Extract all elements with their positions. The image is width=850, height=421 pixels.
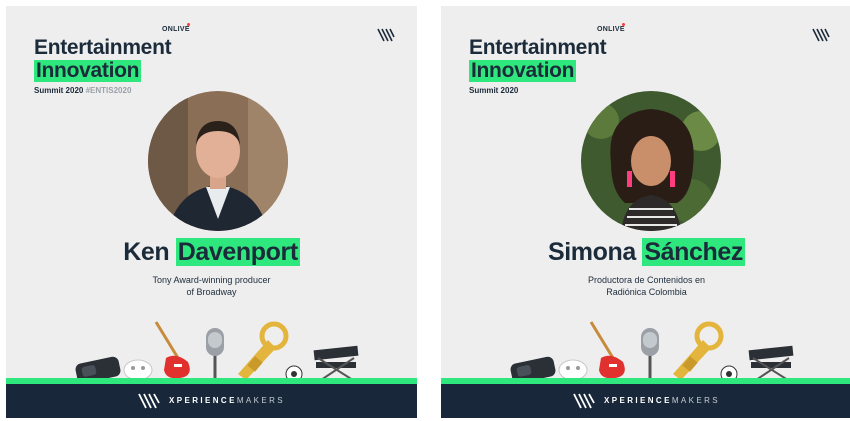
theater-mask-icon — [558, 359, 588, 381]
live-dot-icon — [187, 23, 190, 26]
footer-bar: XPERIENCEMAKERS — [441, 384, 850, 418]
xm-logo-icon — [573, 393, 595, 409]
speaker-role-line1: Productora de Contenidos en — [587, 275, 706, 285]
live-dot-icon — [622, 23, 625, 26]
trumpet-icon — [673, 321, 724, 380]
speaker-role-line1: Tony Award-winning producer — [152, 275, 271, 285]
speaker-card-simona-sanchez[interactable]: ONLIVE Entertainment Innovation Summit 2… — [441, 6, 850, 418]
xm-logo-icon — [138, 393, 160, 409]
hashtag-label: #ENTIS2020 — [85, 86, 132, 95]
microphone-icon — [206, 328, 224, 382]
entertainment-props-illustration — [75, 321, 359, 384]
summit-label: Summit 2020 — [469, 86, 519, 95]
speaker-name: Simona Sánchez — [441, 238, 850, 267]
electric-guitar-icon — [589, 321, 625, 379]
speaker-photo — [148, 91, 288, 231]
theater-mask-icon — [123, 359, 153, 381]
xm-logo-icon — [377, 28, 395, 42]
entertainment-props-illustration — [510, 321, 794, 384]
event-title-line1: Entertainment — [469, 36, 607, 59]
speaker-portrait-illustration — [581, 91, 721, 231]
electric-guitar-icon — [154, 321, 190, 379]
speaker-role: Tony Award-winning producer of Broadway — [86, 274, 337, 298]
speaker-first-name: Simona — [547, 238, 636, 266]
director-chair-icon — [748, 345, 794, 383]
footer-brand-text: XPERIENCEMAKERS — [169, 396, 285, 405]
speaker-name: Ken Davenport — [6, 238, 417, 267]
event-subtitle: Summit 2020 — [469, 86, 518, 95]
speaker-role-line2: of Broadway — [186, 287, 237, 297]
speaker-card-ken-davenport[interactable]: ONLIVE Entertainment Innovation Summit 2… — [6, 6, 417, 418]
event-speaker-cards: ONLIVE Entertainment Innovation Summit 2… — [0, 0, 850, 421]
xm-logo-icon — [812, 28, 830, 42]
footer-brand-thin: MAKERS — [236, 396, 286, 405]
speaker-photo — [581, 91, 721, 231]
speaker-role-line2: Radiónica Colombia — [606, 287, 687, 297]
summit-label: Summit 2020 — [34, 86, 84, 95]
footer-brand-bold: XPERIENCE — [169, 396, 237, 405]
onlive-label: ONLIVE — [597, 26, 625, 33]
speaker-role: Productora de Contenidos en Radiónica Co… — [521, 274, 772, 298]
director-chair-icon — [313, 345, 359, 383]
speaker-first-name: Ken — [123, 238, 170, 266]
footer-brand-bold: XPERIENCE — [604, 396, 672, 405]
microphone-icon — [641, 328, 659, 382]
event-title-line1: Entertainment — [34, 36, 172, 59]
footer-brand-text: XPERIENCEMAKERS — [604, 396, 720, 405]
event-title-line2: Innovation — [34, 59, 142, 82]
trumpet-icon — [238, 321, 289, 380]
footer-bar: XPERIENCEMAKERS — [6, 384, 417, 418]
footer-brand-thin: MAKERS — [671, 396, 721, 405]
speaker-last-name: Sánchez — [642, 238, 746, 266]
speaker-last-name: Davenport — [175, 238, 300, 266]
onlive-label: ONLIVE — [162, 26, 190, 33]
speaker-portrait-illustration — [148, 91, 288, 231]
event-title-line2: Innovation — [469, 59, 577, 82]
event-subtitle: Summit 2020 #ENTIS2020 — [34, 86, 131, 95]
